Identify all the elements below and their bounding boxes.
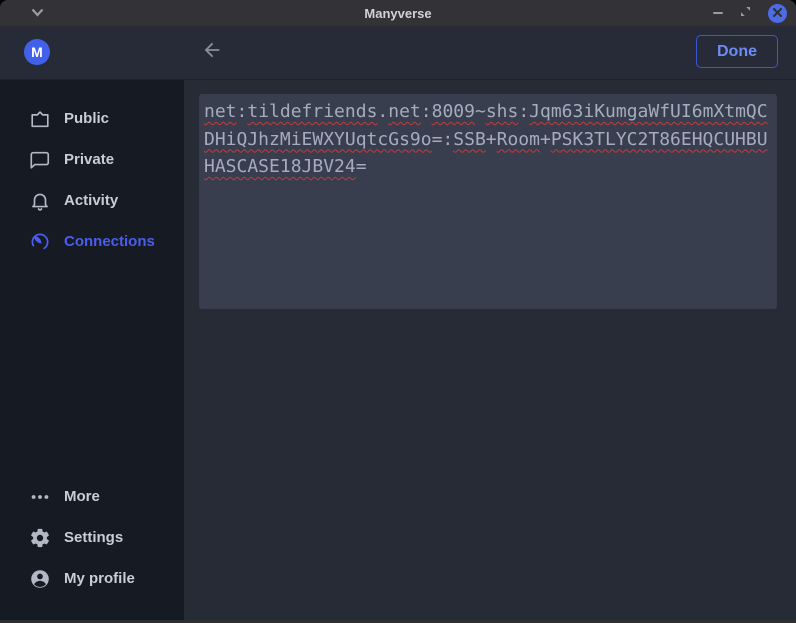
manyverse-window: Manyverse M Done Public Private Activity Co… [0,0,796,623]
window-titlebar: Manyverse [0,0,796,26]
arrow-back-icon [201,39,223,66]
sidebar-bottom-group: More Settings My profile [0,476,184,599]
window-controls [713,0,787,26]
sidebar-item-label: Activity [64,192,118,209]
minimize-button[interactable] [713,12,723,14]
sidebar-item-public[interactable]: Public [0,98,184,139]
sidebar-item-label: Public [64,110,109,127]
logo-letter: M [31,44,43,60]
bell-icon [29,190,51,212]
gear-icon [29,527,51,549]
sidebar-item-more[interactable]: More [0,476,184,517]
sidebar-item-label: Private [64,151,114,168]
app-body: Public Private Activity Connections More Set… [0,80,796,623]
done-button-label: Done [717,43,757,61]
home-icon [29,108,51,130]
main-content: net:tildefriends.net:8009~shs:Jqm63iKumg… [184,80,796,623]
sidebar-item-my-profile[interactable]: My profile [0,558,184,599]
sidebar-item-activity[interactable]: Activity [0,180,184,221]
invite-code-input[interactable]: net:tildefriends.net:8009~shs:Jqm63iKumg… [199,94,777,309]
invite-code-line: HASCASE18JBV24= [204,153,771,181]
sidebar-item-private[interactable]: Private [0,139,184,180]
profile-icon [29,568,51,590]
sidebar-spacer [0,262,184,476]
sidebar-item-label: My profile [64,570,135,587]
sidebar-item-connections[interactable]: Connections [0,221,184,262]
invite-code-line: net:tildefriends.net:8009~shs:Jqm63iKumg… [204,98,771,126]
window-title: Manyverse [0,6,796,21]
message-icon [29,149,51,171]
chevron-down-icon [31,4,44,22]
connections-icon [29,231,51,253]
close-icon [773,4,782,22]
manyverse-logo: M [24,39,50,65]
done-button[interactable]: Done [696,35,778,68]
invite-code-line: DHiQJhzMiEWXYUqtcGs9o=:SSB+Room+PSK3TLYC… [204,126,771,154]
sidebar: Public Private Activity Connections More Set… [0,80,184,623]
back-button[interactable] [196,36,228,68]
ellipsis-icon [29,486,51,508]
close-button[interactable] [768,4,787,23]
sidebar-item-label: Settings [64,529,123,546]
sidebar-item-label: More [64,488,100,505]
sidebar-item-label: Connections [64,233,155,250]
sidebar-top-group: Public Private Activity Connections [0,98,184,262]
restore-button[interactable] [740,4,751,22]
window-menu-button[interactable] [31,4,44,22]
sidebar-item-settings[interactable]: Settings [0,517,184,558]
app-header: M Done [0,26,796,80]
restore-icon [740,4,751,22]
